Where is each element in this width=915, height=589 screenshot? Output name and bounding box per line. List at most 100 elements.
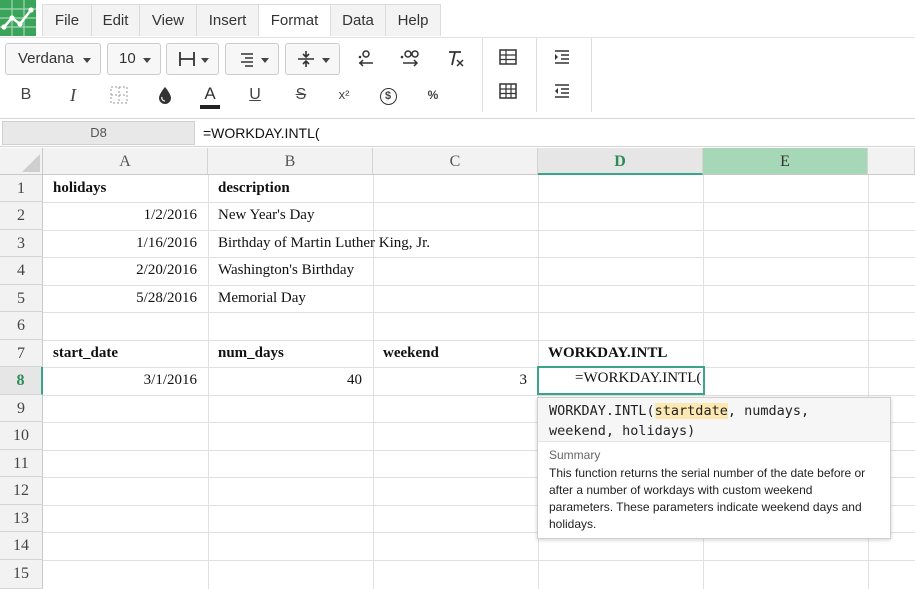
currency-button[interactable]: $ <box>374 81 402 109</box>
menu-help[interactable]: Help <box>385 4 441 36</box>
grid-line <box>43 312 915 313</box>
row-header-5[interactable]: 5 <box>0 285 43 312</box>
cell-a8[interactable]: 3/1/2016 <box>43 367 208 394</box>
menu-format[interactable]: Format <box>258 4 331 36</box>
cell-c7[interactable]: weekend <box>373 340 538 367</box>
border-all-button[interactable] <box>105 81 133 109</box>
bold-button[interactable]: B <box>12 81 40 109</box>
row-header-15[interactable]: 15 <box>0 560 43 589</box>
function-signature: WORKDAY.INTL(startdate, numdays, weekend… <box>538 398 890 442</box>
signature-params-rest: , numdays, <box>727 403 810 419</box>
cell-a1[interactable]: holidays <box>43 175 208 202</box>
column-header-d[interactable]: D <box>538 148 703 175</box>
row-header-13[interactable]: 13 <box>0 505 43 532</box>
cell-a3[interactable]: 1/16/2016 <box>43 230 208 257</box>
table-grid-icon <box>499 83 517 99</box>
column-header-c[interactable]: C <box>373 148 538 175</box>
row-header-8[interactable]: 8 <box>0 367 43 395</box>
borders-dropdown[interactable] <box>166 43 219 75</box>
currency-icon: $ <box>379 88 397 105</box>
function-help-tooltip: WORKDAY.INTL(startdate, numdays, weekend… <box>537 397 891 539</box>
text-color-button[interactable]: A <box>196 80 224 109</box>
indent-button[interactable] <box>548 44 576 72</box>
font-family-dropdown[interactable]: Verdana <box>5 43 101 75</box>
align-dropdown[interactable] <box>225 43 279 75</box>
align-icon <box>241 53 253 67</box>
menu-file[interactable]: File <box>42 4 92 36</box>
row-header-9[interactable]: 9 <box>0 395 43 422</box>
cell-b7[interactable]: num_days <box>208 340 373 367</box>
cell-b5[interactable]: Memorial Day <box>208 285 373 312</box>
cell-a2[interactable]: 1/2/2016 <box>43 202 208 229</box>
font-size-dropdown[interactable]: 10 <box>107 43 161 75</box>
row-header-3[interactable]: 3 <box>0 230 43 257</box>
column-header-a[interactable]: A <box>43 148 208 175</box>
menu-insert[interactable]: Insert <box>196 4 259 36</box>
menu-edit[interactable]: Edit <box>91 4 140 36</box>
toolbar: Verdana 10 B I A U S x² $ % <box>0 38 915 118</box>
column-header-b[interactable]: B <box>208 148 373 175</box>
table-borders-button[interactable] <box>494 78 522 106</box>
decrease-decimal-icon <box>358 50 373 67</box>
indent-icon <box>555 50 569 64</box>
cell-a7[interactable]: start_date <box>43 340 208 367</box>
superscript-button[interactable]: x² <box>330 81 358 109</box>
row-header-7[interactable]: 7 <box>0 340 43 367</box>
fill-color-icon <box>159 87 171 104</box>
chevron-down-icon <box>83 58 91 63</box>
text-color-icon: A <box>204 84 216 103</box>
app-logo[interactable] <box>0 0 36 36</box>
fill-color-button[interactable] <box>151 81 179 109</box>
outdent-icon <box>555 84 569 98</box>
row-header-6[interactable]: 6 <box>0 312 43 340</box>
row-header-10[interactable]: 10 <box>0 422 43 450</box>
outdent-button[interactable] <box>548 78 576 106</box>
row-header-4[interactable]: 4 <box>0 257 43 285</box>
row-header-2[interactable]: 2 <box>0 202 43 230</box>
percent-button[interactable]: % <box>419 81 447 109</box>
menu-bar: File Edit View Insert Format Data Help <box>0 0 915 38</box>
menu-data[interactable]: Data <box>330 4 386 36</box>
column-header-e[interactable]: E <box>703 148 868 175</box>
cell-c8[interactable]: 3 <box>373 367 538 394</box>
select-all-corner[interactable] <box>0 148 43 175</box>
chevron-down-icon <box>201 58 209 63</box>
increase-decimal-button[interactable] <box>396 44 424 72</box>
italic-button[interactable]: I <box>59 81 87 109</box>
menu-view[interactable]: View <box>139 4 197 36</box>
increase-decimal-icon <box>400 50 419 67</box>
cell-b3[interactable]: Birthday of Martin Luther King, Jr. <box>208 230 430 257</box>
chevron-down-icon <box>261 58 269 63</box>
cell-b4[interactable]: Washington's Birthday <box>208 257 373 284</box>
column-header-f[interactable] <box>868 148 915 175</box>
underline-button[interactable]: U <box>241 81 269 109</box>
strikethrough-button[interactable]: S <box>287 81 315 109</box>
row-header-12[interactable]: 12 <box>0 477 43 505</box>
cell-a5[interactable]: 5/28/2016 <box>43 285 208 312</box>
clear-format-button[interactable] <box>441 44 469 72</box>
border-all-icon <box>110 86 128 104</box>
name-box[interactable]: D8 <box>2 121 195 145</box>
formula-input[interactable]: =WORKDAY.INTL( <box>197 121 913 145</box>
row-header-1[interactable]: 1 <box>0 175 43 202</box>
grid-line <box>43 395 915 396</box>
active-cell-d8[interactable]: =WORKDAY.INTL( <box>537 366 705 395</box>
chevron-down-icon <box>143 58 151 63</box>
toolbar-divider <box>482 38 483 112</box>
borders-icon <box>179 52 195 66</box>
cell-d7[interactable]: WORKDAY.INTL <box>538 340 703 367</box>
vertical-align-dropdown[interactable] <box>285 43 340 75</box>
chevron-down-icon <box>322 58 330 63</box>
row-header-11[interactable]: 11 <box>0 450 43 477</box>
tooltip-summary-text: This function returns the serial number … <box>549 466 866 531</box>
row-header-14[interactable]: 14 <box>0 532 43 560</box>
insert-table-button[interactable] <box>494 44 522 72</box>
decrease-decimal-button[interactable] <box>351 44 379 72</box>
text-color-swatch <box>200 105 220 109</box>
cell-b8[interactable]: 40 <box>208 367 373 394</box>
cell-b2[interactable]: New Year's Day <box>208 202 373 229</box>
chart-logo-icon <box>0 0 36 36</box>
cell-b1[interactable]: description <box>208 175 373 202</box>
cell-editor-text[interactable]: =WORKDAY.INTL( <box>575 370 701 387</box>
cell-a4[interactable]: 2/20/2016 <box>43 257 208 284</box>
